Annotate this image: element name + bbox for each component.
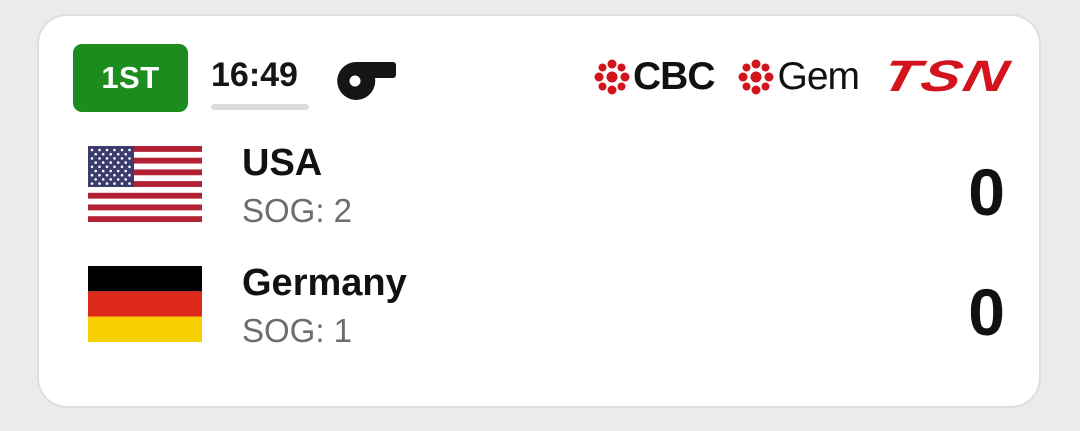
broadcaster-tsn[interactable]: TSN [877, 52, 1016, 102]
team-score: 0 [968, 155, 1005, 229]
cbc-gem-logo-icon [594, 59, 630, 95]
whistle-icon [337, 62, 396, 100]
team-shots-on-goal: SOG: 1 [242, 312, 353, 349]
broadcaster-cbc-label: CBC [632, 55, 715, 98]
scoreboard-card[interactable]: 1ST 16:49 CBC Gem TSN USA SOG: 2 0 Germa… [37, 14, 1041, 408]
broadcaster-gem-label: Gem [777, 55, 860, 98]
team-name: USA [242, 142, 323, 184]
broadcaster-list: CBC Gem TSN [570, 52, 1016, 101]
team-name: Germany [242, 262, 407, 304]
team-shots-on-goal: SOG: 2 [242, 192, 353, 229]
team-row-germany[interactable]: Germany SOG: 1 0 [39, 256, 1039, 366]
period-badge: 1ST [73, 44, 188, 112]
germany-flag-icon [88, 266, 202, 342]
team-row-usa[interactable]: USA SOG: 2 0 [39, 136, 1039, 246]
game-clock: 16:49 [211, 56, 298, 94]
broadcaster-gem[interactable]: Gem [738, 55, 860, 99]
cbc-gem-logo-icon [738, 59, 774, 95]
broadcaster-cbc[interactable]: CBC [594, 55, 715, 99]
clock-underline [211, 104, 309, 110]
team-score: 0 [968, 275, 1005, 349]
usa-flag-icon [88, 146, 202, 222]
